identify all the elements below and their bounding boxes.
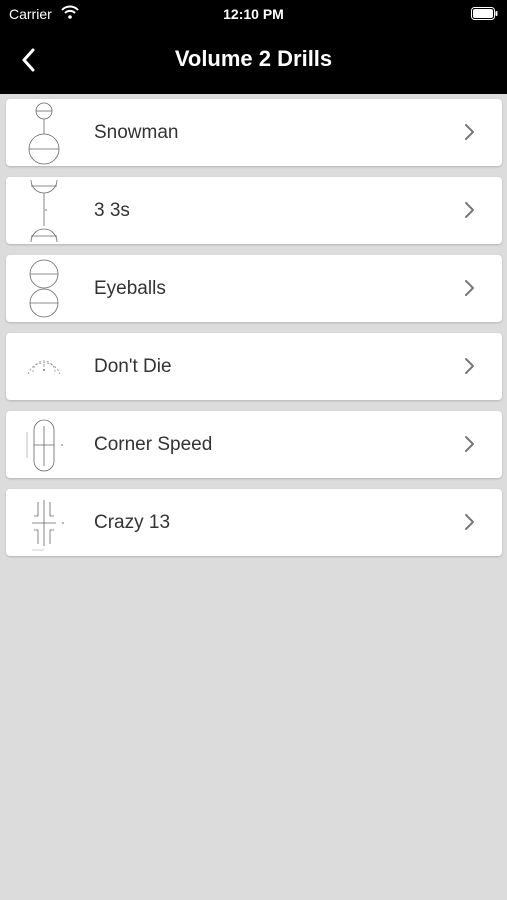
corner-speed-diagram-icon [26,419,63,472]
navigation-bar: Volume 2 Drills [0,38,507,82]
battery-icon [471,7,498,20]
drill-label: Snowman [94,122,179,143]
snowman-diagram-icon [28,102,60,165]
chevron-right-icon [465,280,474,296]
chevron-right-icon [465,124,474,140]
drill-label: Crazy 13 [94,512,171,533]
drill-label: Don't Die [94,356,172,377]
page-title: Volume 2 Drills [174,46,333,71]
dont-die-diagram-icon [27,360,61,375]
drill-label: Corner Speed [94,434,213,455]
drill-row-crazy-13[interactable]: Crazy 13 [6,489,502,556]
status-time: 12:10 PM [223,6,284,22]
chevron-right-icon [465,514,474,530]
chevron-right-icon [465,202,474,218]
eyeballs-diagram-icon [29,259,59,318]
drill-label: Eyeballs [94,278,166,299]
app-screen: Carrier 12:10 PM Volume 2 Drills Snowman… [0,0,507,900]
top-bar: Carrier 12:10 PM Volume 2 Drills [0,0,507,94]
drill-row-corner-speed[interactable]: Corner Speed [6,411,502,478]
three-threes-diagram-icon [30,179,58,243]
chevron-right-icon [465,436,474,452]
drill-row-3-3s[interactable]: 3 3s [6,177,502,244]
drill-row-dont-die[interactable]: Don't Die [6,333,502,400]
chevron-right-icon [465,358,474,374]
crazy-13-diagram-icon [32,500,64,551]
drill-list: Snowman 3 3s Eyeballs Don't Die Corner S… [6,99,502,567]
status-bar: Carrier 12:10 PM [0,0,507,28]
drill-row-snowman[interactable]: Snowman [6,99,502,166]
drill-row-eyeballs[interactable]: Eyeballs [6,255,502,322]
drill-label: 3 3s [94,200,130,221]
